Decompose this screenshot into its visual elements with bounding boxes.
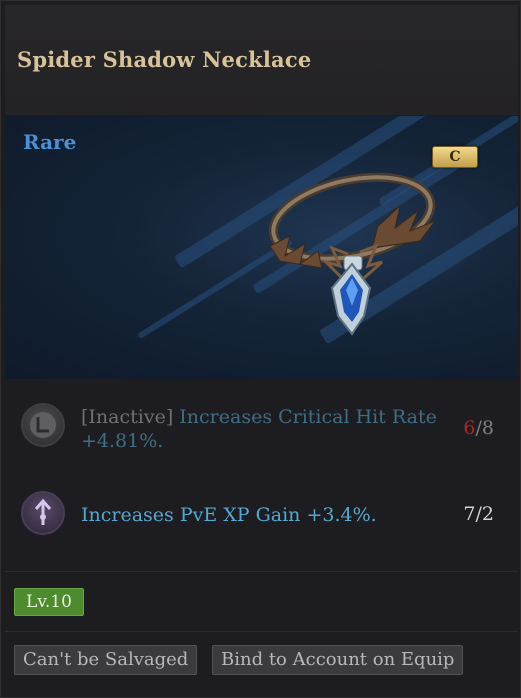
item-art-panel: Rare C (5, 116, 518, 379)
inactive-skill-icon (21, 403, 65, 447)
divider (5, 571, 518, 572)
item-tooltip: Spider Shadow Necklace Rare C [Inactive]… (0, 0, 521, 698)
xp-gain-icon (21, 491, 65, 535)
inactive-prefix: [Inactive] (81, 406, 174, 428)
tag-cant-salvage: Can't be Salvaged (14, 645, 198, 675)
stat-count-inactive: 6/8 (463, 417, 494, 439)
stat-row-active: Increases PvE XP Gain +3.4%. 7/2 (5, 471, 518, 571)
tooltip-header: Spider Shadow Necklace (5, 5, 518, 115)
stat-description: Increases PvE XP Gain +3.4%. (81, 504, 377, 526)
tag-bind-account: Bind to Account on Equip (212, 645, 464, 675)
item-name: Spider Shadow Necklace (17, 47, 312, 72)
stat-row-inactive: [Inactive] Increases Critical Hit Rate +… (5, 381, 518, 471)
item-stats: [Inactive] Increases Critical Hit Rate +… (5, 381, 518, 571)
stat-count-active: 7/2 (463, 503, 494, 525)
necklace-icon (268, 172, 437, 336)
divider (5, 631, 518, 632)
level-badge: Lv.10 (14, 588, 84, 616)
stat-text-inactive: [Inactive] Increases Critical Hit Rate +… (81, 405, 441, 453)
count-current: 6 (463, 417, 476, 439)
count-total: 8 (481, 417, 494, 439)
item-rarity: Rare (23, 130, 77, 154)
